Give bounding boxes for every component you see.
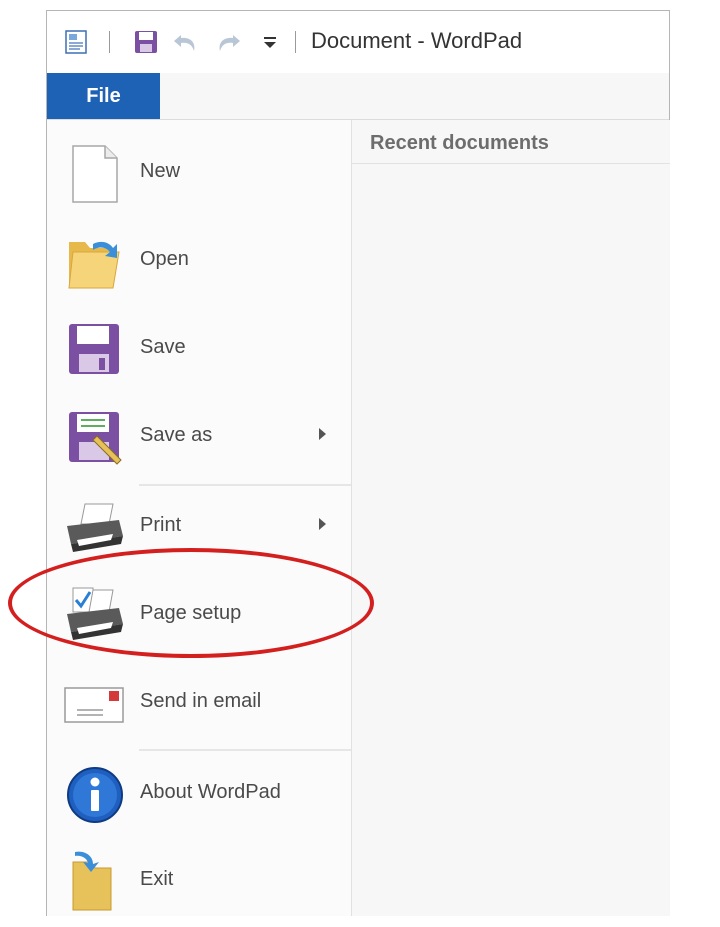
submenu-arrow-icon: [319, 518, 326, 530]
wordpad-app-icon[interactable]: [61, 25, 91, 59]
tab-file[interactable]: File: [47, 73, 160, 119]
menu-item-send-email[interactable]: Send in email: [47, 662, 351, 746]
save-icon[interactable]: [131, 25, 161, 59]
file-menu: New Open Save Save as Print Page setup S…: [47, 120, 352, 916]
menu-item-label: Save as: [140, 424, 213, 446]
ribbon-tab-row: File: [47, 73, 669, 120]
info-icon: [63, 763, 127, 827]
menu-item-label: Save: [140, 336, 186, 358]
submenu-arrow-icon: [319, 428, 326, 440]
title-bar: Document - WordPad: [47, 11, 669, 74]
menu-item-label: New: [140, 160, 181, 182]
recent-header-divider: [352, 163, 670, 164]
menu-item-label: Send in email: [140, 690, 262, 712]
floppy-disk-icon: [63, 318, 127, 382]
menu-item-about[interactable]: About WordPad: [47, 753, 351, 837]
recent-documents-header: Recent documents: [370, 132, 549, 154]
menu-item-save-as[interactable]: Save as: [47, 396, 351, 480]
toolbar-separator: [109, 31, 110, 53]
printer-icon: [63, 496, 127, 560]
menu-item-label: Print: [140, 514, 182, 536]
recent-documents-pane: Recent documents: [352, 120, 670, 916]
redo-icon[interactable]: [213, 25, 243, 59]
new-document-icon: [63, 142, 127, 206]
undo-icon[interactable]: [171, 25, 201, 59]
open-folder-icon: [63, 230, 127, 294]
menu-divider: [139, 749, 351, 751]
window-title: Document - WordPad: [311, 28, 523, 53]
menu-item-label: About WordPad: [140, 781, 281, 803]
menu-item-exit[interactable]: Exit: [47, 840, 351, 924]
menu-item-new[interactable]: New: [47, 132, 351, 216]
exit-icon: [63, 850, 127, 914]
wordpad-window: Document - WordPad File New Open Save Sa…: [46, 10, 670, 916]
menu-item-label: Exit: [140, 868, 174, 890]
email-envelope-icon: [63, 672, 127, 736]
menu-item-open[interactable]: Open: [47, 220, 351, 304]
customize-toolbar-dropdown-icon[interactable]: [255, 25, 285, 59]
highlight-ellipse: [8, 548, 374, 658]
toolbar-separator: [295, 31, 296, 53]
menu-item-save[interactable]: Save: [47, 308, 351, 392]
menu-item-label: Open: [140, 248, 189, 270]
save-as-icon: [63, 406, 127, 470]
